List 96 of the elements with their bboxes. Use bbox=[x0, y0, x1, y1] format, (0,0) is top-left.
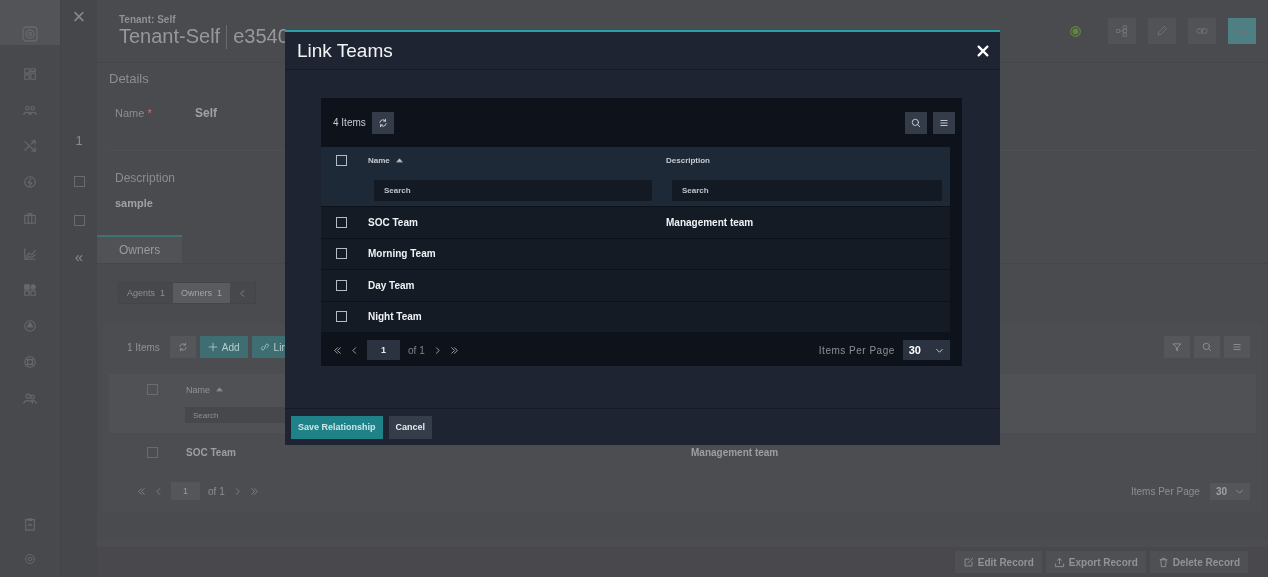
bolt-icon bbox=[23, 175, 37, 189]
checkbox[interactable] bbox=[336, 216, 347, 228]
chart-icon bbox=[23, 247, 37, 261]
edit-button[interactable] bbox=[1148, 18, 1176, 44]
checkbox[interactable] bbox=[336, 248, 347, 260]
previous-page-icon bbox=[154, 486, 163, 496]
apps-icon bbox=[23, 283, 37, 297]
clipboard-icon bbox=[23, 517, 37, 531]
page-count: of 1 bbox=[208, 485, 225, 497]
record-title: Tenant-Self bbox=[119, 25, 221, 48]
previous-page-icon bbox=[350, 345, 359, 355]
item-count: 4 Items bbox=[333, 117, 366, 128]
shield-icon bbox=[23, 319, 37, 333]
briefcase-icon bbox=[23, 211, 37, 225]
sort-up-icon bbox=[395, 157, 403, 164]
first-page-icon bbox=[333, 345, 342, 355]
checkbox[interactable] bbox=[73, 176, 85, 187]
checkbox[interactable] bbox=[147, 384, 158, 395]
link-button[interactable] bbox=[1188, 18, 1216, 44]
dialog-title: Link Teams bbox=[297, 39, 393, 62]
dialog-button[interactable]: Save Relationship bbox=[291, 415, 383, 439]
field-label: Description bbox=[115, 171, 176, 185]
trash-icon bbox=[1157, 556, 1169, 568]
lifebuoy-icon bbox=[23, 355, 37, 369]
plus-icon bbox=[207, 342, 218, 352]
link-icon bbox=[1196, 25, 1208, 37]
per-page-label: Items Per Page bbox=[1130, 485, 1200, 497]
section-heading: Details bbox=[109, 71, 149, 86]
last-page-icon bbox=[249, 486, 259, 496]
record-action-button[interactable]: Export Record bbox=[1045, 551, 1146, 573]
column-header[interactable]: Name bbox=[186, 384, 223, 395]
first-page-icon bbox=[137, 486, 146, 496]
refresh-button[interactable] bbox=[371, 111, 394, 134]
table-cell: Night Team bbox=[368, 311, 422, 323]
table-cell: Day Team bbox=[368, 279, 415, 291]
menu-icon bbox=[939, 117, 949, 128]
collapse-button[interactable]: « bbox=[74, 248, 84, 265]
filter-button[interactable] bbox=[1164, 336, 1190, 358]
search-field[interactable]: Search bbox=[672, 180, 942, 201]
comments-button[interactable] bbox=[1228, 18, 1256, 44]
page-number-field[interactable]: 1 bbox=[367, 340, 400, 360]
upload-icon bbox=[1053, 556, 1065, 568]
list-count: 1 bbox=[75, 133, 83, 148]
pencil-icon bbox=[1156, 25, 1168, 37]
table-cell: Management team bbox=[691, 447, 779, 458]
table-cell-text: SOC Team bbox=[186, 447, 237, 458]
close-icon bbox=[976, 43, 990, 58]
at-sign-icon bbox=[24, 553, 36, 565]
table-cell: Morning Team bbox=[368, 248, 436, 260]
per-page-label: Items Per Page bbox=[818, 344, 895, 356]
field-value: sample bbox=[115, 197, 153, 209]
search-button[interactable] bbox=[905, 111, 927, 134]
menu-icon bbox=[1232, 342, 1242, 352]
edit-icon bbox=[962, 556, 974, 568]
status-ring-icon bbox=[1069, 24, 1082, 38]
table-cell: SOC Team bbox=[368, 216, 418, 228]
per-page-select[interactable]: 30 bbox=[902, 340, 950, 360]
toolbar-button[interactable]: Add bbox=[199, 336, 248, 358]
refresh-icon bbox=[177, 342, 188, 352]
column-header[interactable]: Name bbox=[368, 156, 403, 165]
page-number-field[interactable]: 1 bbox=[171, 482, 200, 500]
people-icon bbox=[23, 103, 37, 117]
page-count: of 1 bbox=[408, 344, 425, 356]
record-action-button[interactable]: Delete Record bbox=[1149, 551, 1248, 573]
chat-icon bbox=[1236, 25, 1248, 37]
filter-icon bbox=[1172, 342, 1182, 352]
field-label: Name * bbox=[115, 107, 153, 119]
shuffle-icon bbox=[23, 139, 37, 153]
sub-tab[interactable]: Owners 1 bbox=[173, 283, 231, 303]
grid-icon bbox=[23, 67, 37, 81]
checkbox[interactable] bbox=[336, 311, 347, 323]
hierarchy-button[interactable] bbox=[1108, 18, 1136, 44]
breadcrumb: Tenant: Self bbox=[119, 13, 177, 25]
last-page-icon bbox=[449, 345, 459, 355]
checkbox[interactable] bbox=[147, 447, 158, 458]
link-icon bbox=[259, 342, 270, 352]
users-icon bbox=[23, 391, 37, 405]
record-action-button[interactable]: Edit Record bbox=[954, 551, 1042, 573]
menu-button[interactable] bbox=[933, 111, 955, 134]
checkbox[interactable] bbox=[336, 155, 347, 166]
close-button[interactable]: × bbox=[72, 6, 86, 28]
table-cell: Management team bbox=[666, 216, 754, 228]
sort-up-icon bbox=[216, 386, 223, 393]
search-icon bbox=[911, 117, 921, 128]
checkbox[interactable] bbox=[73, 215, 85, 226]
tab[interactable]: Owners bbox=[97, 235, 183, 263]
search-icon bbox=[1202, 342, 1212, 352]
per-page-select[interactable]: 30 bbox=[1209, 482, 1250, 500]
search-field[interactable]: Search bbox=[374, 180, 652, 201]
refresh-icon bbox=[377, 117, 388, 128]
column-header[interactable]: Description bbox=[666, 156, 710, 165]
checkbox[interactable] bbox=[336, 279, 347, 291]
dialog-button[interactable]: Cancel bbox=[388, 415, 433, 439]
field-value: Self bbox=[195, 106, 217, 120]
hierarchy-icon bbox=[1116, 25, 1128, 37]
item-count: 1 Items bbox=[127, 341, 160, 353]
